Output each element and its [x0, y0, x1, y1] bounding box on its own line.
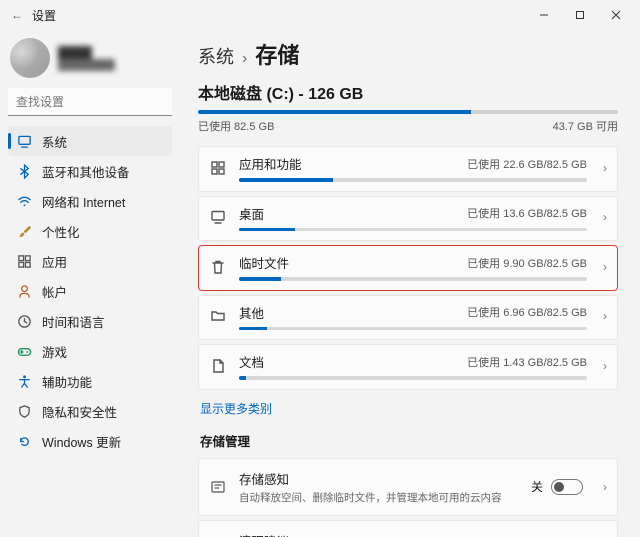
minimize-button[interactable] — [526, 1, 562, 29]
storage-card-temp[interactable]: 临时文件 已使用 9.90 GB/82.5 GB › — [198, 245, 618, 291]
nav-label: 时间和语言 — [42, 312, 105, 331]
card-stat: 已使用 1.43 GB/82.5 GB — [467, 354, 587, 370]
nav-label: Windows 更新 — [42, 432, 121, 451]
window-title: 设置 — [32, 7, 56, 24]
breadcrumb-current: 存储 — [255, 38, 299, 70]
card-name: 应用和功能 — [239, 154, 302, 173]
nav-item-accessibility[interactable]: 辅助功能 — [8, 366, 172, 396]
card-stat: 已使用 9.90 GB/82.5 GB — [467, 255, 587, 271]
profile[interactable]: ████ ████████ — [10, 38, 172, 78]
bluetooth-icon — [16, 163, 32, 179]
card-bar — [239, 178, 587, 182]
monitor-icon — [16, 133, 32, 149]
chevron-right-icon: › — [603, 210, 607, 224]
search-input[interactable] — [8, 88, 172, 116]
grid-icon — [16, 253, 32, 269]
storage-sense-icon — [209, 479, 227, 495]
doc-icon — [209, 358, 227, 374]
main-content: 系统 › 存储 本地磁盘 (C:) - 126 GB 已使用 82.5 GB 4… — [180, 30, 640, 537]
nav-item-privacy[interactable]: 隐私和安全性 — [8, 396, 172, 426]
person-icon — [16, 283, 32, 299]
card-stat: 已使用 22.6 GB/82.5 GB — [467, 156, 587, 172]
back-button[interactable]: ← — [10, 8, 24, 22]
nav-label: 辅助功能 — [42, 372, 92, 391]
maximize-button[interactable] — [562, 1, 598, 29]
nav-item-network[interactable]: 网络和 Internet — [8, 186, 172, 216]
close-button[interactable] — [598, 1, 634, 29]
card-bar — [239, 277, 587, 281]
card-name: 文档 — [239, 352, 264, 371]
grid-icon — [209, 160, 227, 176]
card-bar — [239, 376, 587, 380]
nav-label: 游戏 — [42, 342, 67, 361]
breadcrumb-parent[interactable]: 系统 — [198, 43, 234, 69]
brush-icon — [16, 223, 32, 239]
storage-card-apps[interactable]: 应用和功能 已使用 22.6 GB/82.5 GB › — [198, 146, 618, 192]
nav-item-accounts[interactable]: 帐户 — [8, 276, 172, 306]
trash-icon — [209, 259, 227, 275]
card-bar — [239, 327, 587, 331]
chevron-right-icon: › — [603, 161, 607, 175]
sidebar: ████ ████████ 系统蓝牙和其他设备网络和 Internet 个性化应用… — [0, 30, 180, 537]
nav-label: 隐私和安全性 — [42, 402, 117, 421]
card-name: 临时文件 — [239, 253, 289, 272]
show-more-link[interactable]: 显示更多类别 — [200, 400, 272, 417]
profile-name: ████ — [58, 46, 115, 60]
nav-list: 系统蓝牙和其他设备网络和 Internet 个性化应用帐户时间和语言游戏辅助功能隐… — [8, 126, 172, 456]
disk-free-label: 43.7 GB 可用 — [553, 118, 618, 134]
toggle-label: 关 — [531, 478, 543, 495]
nav-label: 帐户 — [42, 282, 67, 301]
storage-card-desktop[interactable]: 桌面 已使用 13.6 GB/82.5 GB › — [198, 196, 618, 242]
monitor-icon — [209, 209, 227, 225]
chevron-right-icon: › — [603, 309, 607, 323]
chevron-right-icon: › — [242, 50, 247, 68]
profile-email: ████████ — [58, 60, 115, 71]
update-icon — [16, 433, 32, 449]
nav-item-bluetooth[interactable]: 蓝牙和其他设备 — [8, 156, 172, 186]
disk-used-label: 已使用 82.5 GB — [198, 118, 274, 134]
chevron-right-icon: › — [603, 359, 607, 373]
avatar — [10, 38, 50, 78]
clock-icon — [16, 313, 32, 329]
disk-title: 本地磁盘 (C:) - 126 GB — [198, 80, 618, 104]
nav-item-system[interactable]: 系统 — [8, 126, 172, 156]
storage-card-other[interactable]: 其他 已使用 6.96 GB/82.5 GB › — [198, 295, 618, 341]
cleanup-card[interactable]: 清理建议 超过 5.00 GB 存储空间可用。 › — [198, 520, 618, 537]
nav-item-update[interactable]: Windows 更新 — [8, 426, 172, 456]
wifi-icon — [16, 193, 32, 209]
nav-item-apps[interactable]: 应用 — [8, 246, 172, 276]
accessibility-icon — [16, 373, 32, 389]
card-stat: 已使用 13.6 GB/82.5 GB — [467, 205, 587, 221]
game-icon — [16, 343, 32, 359]
nav-label: 个性化 — [42, 222, 80, 241]
nav-item-time[interactable]: 时间和语言 — [8, 306, 172, 336]
storage-card-docs[interactable]: 文档 已使用 1.43 GB/82.5 GB › — [198, 344, 618, 390]
storage-sense-card[interactable]: 存储感知 自动释放空间、删除临时文件，并管理本地可用的云内容 关 › — [198, 458, 618, 516]
disk-usage-bar — [198, 110, 618, 114]
shield-icon — [16, 403, 32, 419]
titlebar: ← 设置 — [0, 0, 640, 30]
nav-item-gaming[interactable]: 游戏 — [8, 336, 172, 366]
nav-item-personalization[interactable]: 个性化 — [8, 216, 172, 246]
nav-label: 应用 — [42, 252, 67, 271]
nav-label: 蓝牙和其他设备 — [42, 162, 130, 181]
card-name: 桌面 — [239, 204, 264, 223]
storage-category-list: 应用和功能 已使用 22.6 GB/82.5 GB › 桌面 已使用 13.6 GB/8… — [198, 146, 618, 390]
storage-mgmt-heading: 存储管理 — [200, 431, 618, 450]
nav-label: 系统 — [42, 132, 67, 151]
folder-icon — [209, 308, 227, 324]
storage-sense-sub: 自动释放空间、删除临时文件，并管理本地可用的云内容 — [239, 490, 519, 505]
storage-sense-title: 存储感知 — [239, 469, 519, 488]
chevron-right-icon: › — [603, 480, 607, 494]
cleanup-title: 清理建议 — [239, 531, 583, 537]
storage-sense-toggle[interactable] — [551, 479, 583, 495]
nav-label: 网络和 Internet — [42, 192, 125, 211]
breadcrumb: 系统 › 存储 — [198, 38, 618, 70]
card-stat: 已使用 6.96 GB/82.5 GB — [467, 304, 587, 320]
card-bar — [239, 228, 587, 232]
chevron-right-icon: › — [603, 260, 607, 274]
card-name: 其他 — [239, 303, 264, 322]
